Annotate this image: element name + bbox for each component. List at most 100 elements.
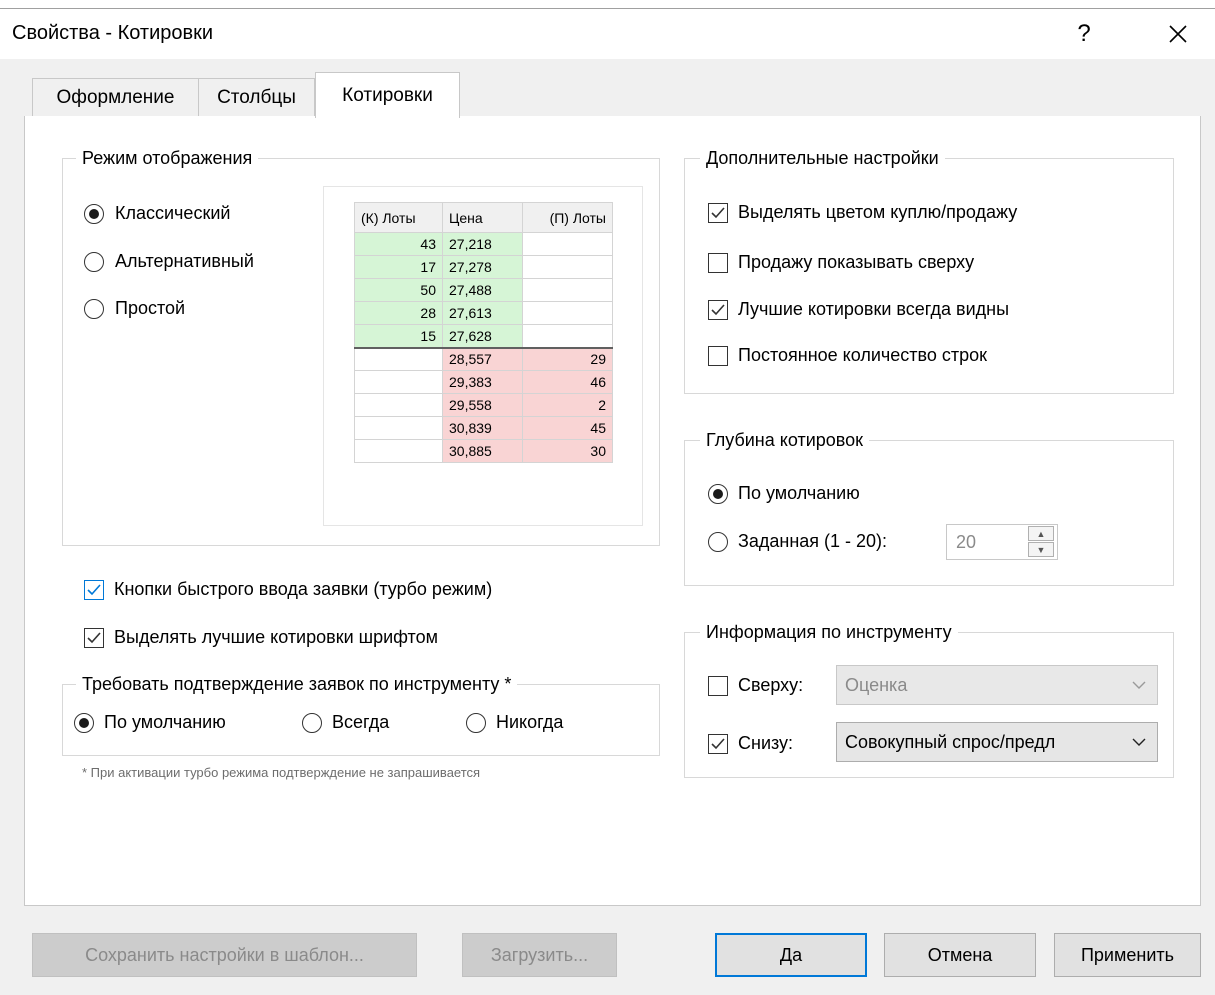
tab-appearance[interactable]: Оформление <box>32 78 199 116</box>
buy-lots: 17 <box>354 255 443 279</box>
sell-lots: 30 <box>522 439 613 463</box>
spin-down-button[interactable]: ▼ <box>1028 542 1054 557</box>
load-button[interactable]: Загрузить... <box>462 933 617 977</box>
sell-lots: 2 <box>522 393 613 417</box>
constant-rows-label[interactable]: Постоянное количество строк <box>738 345 987 366</box>
header-buy-lots: (К) Лоты <box>354 202 443 233</box>
buy-price: 27,218 <box>442 232 523 256</box>
buy-row: 15 27,628 <box>354 324 613 349</box>
checkmark-icon <box>87 584 101 596</box>
info-bottom-value: Совокупный спрос/предл <box>845 731 1056 752</box>
highlight-color-label[interactable]: Выделять цветом куплю/продажу <box>738 202 1017 223</box>
window-title: Свойства - Котировки <box>12 22 214 44</box>
caret-down-icon: ▼ <box>1036 544 1046 555</box>
checkmark-icon <box>711 207 725 219</box>
empty-cell <box>354 439 443 463</box>
quote-preview-table: (К) Лоты Цена (П) Лоты 43 27,218 17 27,2… <box>354 202 613 463</box>
checkmark-icon <box>711 304 725 316</box>
footnote: * При активации турбо режима подтвержден… <box>82 765 481 780</box>
empty-cell <box>522 324 613 349</box>
buy-row: 50 27,488 <box>354 278 613 302</box>
best-visible-label[interactable]: Лучшие котировки всегда видны <box>738 299 1009 320</box>
buy-price: 27,628 <box>442 324 523 349</box>
buy-row: 17 27,278 <box>354 255 613 279</box>
sell-row: 29,558 2 <box>354 393 613 417</box>
empty-cell <box>522 255 613 279</box>
info-top-value: Оценка <box>845 674 908 695</box>
best-visible-checkbox[interactable] <box>708 300 728 320</box>
depth-title: Глубина котировок <box>700 430 870 451</box>
sell-row: 29,383 46 <box>354 370 613 394</box>
info-bottom-label[interactable]: Снизу: <box>738 733 793 754</box>
confirm-radio-never-label[interactable]: Никогда <box>496 712 563 733</box>
constant-rows-checkbox[interactable] <box>708 346 728 366</box>
info-bottom-select[interactable]: Совокупный спрос/предл <box>836 722 1158 762</box>
radio-simple-label[interactable]: Простой <box>115 298 185 319</box>
ok-button[interactable]: Да <box>715 933 867 977</box>
header-price: Цена <box>442 202 523 233</box>
depth-radio-default-label[interactable]: По умолчанию <box>738 483 860 504</box>
confirm-radio-never[interactable] <box>466 713 486 733</box>
sell-price: 28,557 <box>442 347 523 371</box>
turbo-checkbox[interactable] <box>84 580 104 600</box>
radio-alternative-label[interactable]: Альтернативный <box>115 251 254 272</box>
confirm-radio-default-label[interactable]: По умолчанию <box>104 712 226 733</box>
buy-lots: 50 <box>354 278 443 302</box>
highlight-color-checkbox[interactable] <box>708 203 728 223</box>
sell-row: 30,885 30 <box>354 439 613 463</box>
radio-alternative[interactable] <box>84 252 104 272</box>
radio-classic-label[interactable]: Классический <box>115 203 230 224</box>
empty-cell <box>354 393 443 417</box>
radio-classic[interactable] <box>84 204 104 224</box>
sell-row: 30,839 45 <box>354 416 613 440</box>
depth-value[interactable]: 20 <box>956 532 976 553</box>
display-mode-title: Режим отображения <box>76 148 259 169</box>
spin-up-button[interactable]: ▲ <box>1028 526 1054 541</box>
buy-row: 43 27,218 <box>354 232 613 256</box>
info-top-label[interactable]: Сверху: <box>738 675 803 696</box>
buy-lots: 28 <box>354 301 443 325</box>
instrument-info-title: Информация по инструменту <box>700 622 958 643</box>
sell-lots: 45 <box>522 416 613 440</box>
tab-columns[interactable]: Столбцы <box>198 78 315 116</box>
help-button[interactable]: ? <box>1056 16 1112 52</box>
depth-group <box>684 440 1174 586</box>
close-icon <box>1169 25 1187 43</box>
empty-cell <box>522 278 613 302</box>
depth-radio-custom-label[interactable]: Заданная (1 - 20): <box>738 531 887 552</box>
sell-price: 29,383 <box>442 370 523 394</box>
cancel-button[interactable]: Отмена <box>884 933 1036 977</box>
confirm-radio-always-label[interactable]: Всегда <box>332 712 389 733</box>
close-button[interactable] <box>1150 16 1206 52</box>
sell-lots: 46 <box>522 370 613 394</box>
confirm-group-title: Требовать подтверждение заявок по инстру… <box>76 674 518 695</box>
confirm-radio-always[interactable] <box>302 713 322 733</box>
empty-cell <box>522 232 613 256</box>
confirm-radio-default[interactable] <box>74 713 94 733</box>
info-top-select[interactable]: Оценка <box>836 665 1158 705</box>
empty-cell <box>354 347 443 371</box>
sell-on-top-checkbox[interactable] <box>708 253 728 273</box>
info-top-checkbox[interactable] <box>708 676 728 696</box>
best-font-checkbox[interactable] <box>84 628 104 648</box>
sell-lots: 29 <box>522 347 613 371</box>
buy-price: 27,278 <box>442 255 523 279</box>
depth-spinner-buttons: ▲ ▼ <box>1028 526 1056 558</box>
tab-quotes[interactable]: Котировки <box>315 72 460 118</box>
checkmark-icon <box>711 738 725 750</box>
best-font-label[interactable]: Выделять лучшие котировки шрифтом <box>114 627 438 648</box>
header-sell-lots: (П) Лоты <box>522 202 613 233</box>
buy-price: 27,488 <box>442 278 523 302</box>
depth-radio-default[interactable] <box>708 484 728 504</box>
turbo-label[interactable]: Кнопки быстрого ввода заявки (турбо режи… <box>114 579 492 600</box>
sell-row: 28,557 29 <box>354 347 613 371</box>
radio-simple[interactable] <box>84 299 104 319</box>
empty-cell <box>354 370 443 394</box>
caret-up-icon: ▲ <box>1036 528 1046 539</box>
save-template-button[interactable]: Сохранить настройки в шаблон... <box>32 933 417 977</box>
depth-radio-custom[interactable] <box>708 532 728 552</box>
chevron-down-icon <box>1132 681 1146 689</box>
sell-on-top-label[interactable]: Продажу показывать сверху <box>738 252 974 273</box>
info-bottom-checkbox[interactable] <box>708 734 728 754</box>
apply-button[interactable]: Применить <box>1054 933 1201 977</box>
